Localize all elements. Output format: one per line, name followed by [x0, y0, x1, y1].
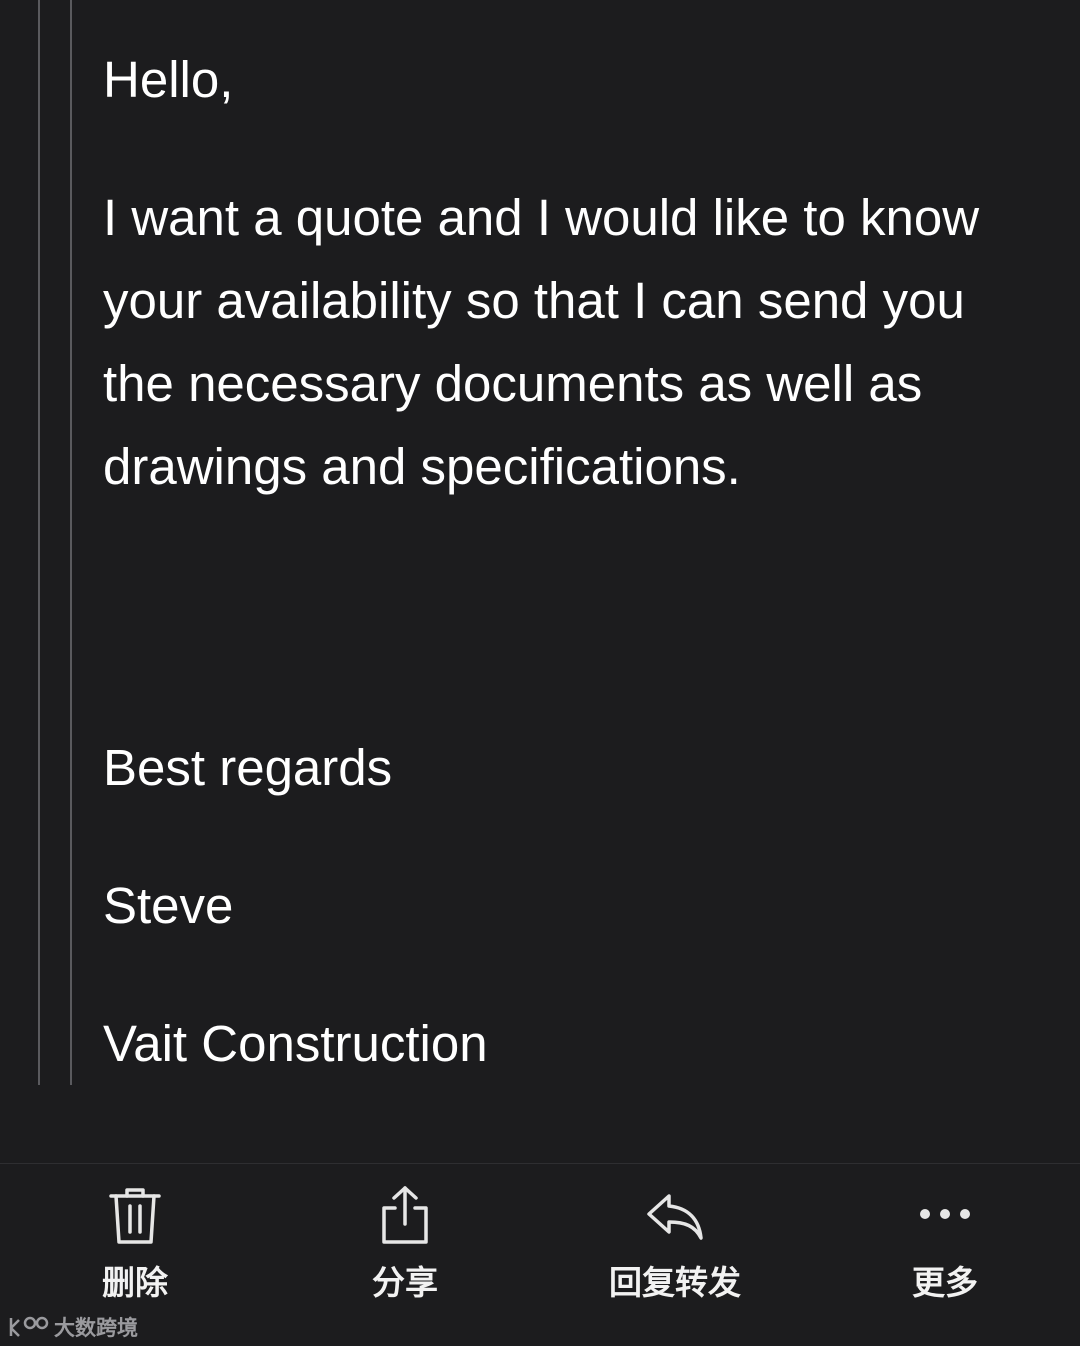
message-sender-name: Steve [103, 877, 234, 934]
trash-icon [109, 1188, 161, 1244]
more-label: 更多 [912, 1263, 978, 1302]
delete-button[interactable]: 删除 [0, 1164, 270, 1324]
quote-bar-inner [70, 0, 72, 1085]
share-label: 分享 [372, 1263, 438, 1302]
bottom-toolbar: 删除 分享 回复转发 更多 [0, 1163, 1080, 1346]
quote-bar-outer [38, 0, 40, 1085]
watermark-logo-icon [9, 1316, 49, 1337]
more-button[interactable]: 更多 [810, 1164, 1080, 1324]
share-icon [382, 1186, 428, 1244]
watermark: 大数跨境 [8, 1312, 138, 1342]
delete-label: 删除 [102, 1263, 168, 1302]
message-company: Vait Construction [103, 1015, 488, 1072]
message-closing: Best regards [103, 739, 393, 796]
share-button[interactable]: 分享 [270, 1164, 540, 1324]
reply-forward-button[interactable]: 回复转发 [540, 1164, 810, 1324]
reply-forward-label: 回复转发 [609, 1263, 741, 1302]
message-greeting: Hello, [103, 51, 234, 108]
watermark-text: 大数跨境 [54, 1316, 138, 1340]
reply-icon [647, 1194, 703, 1240]
message-paragraph: I want a quote and I would like to know … [103, 189, 980, 495]
ellipsis-icon [920, 1209, 970, 1219]
